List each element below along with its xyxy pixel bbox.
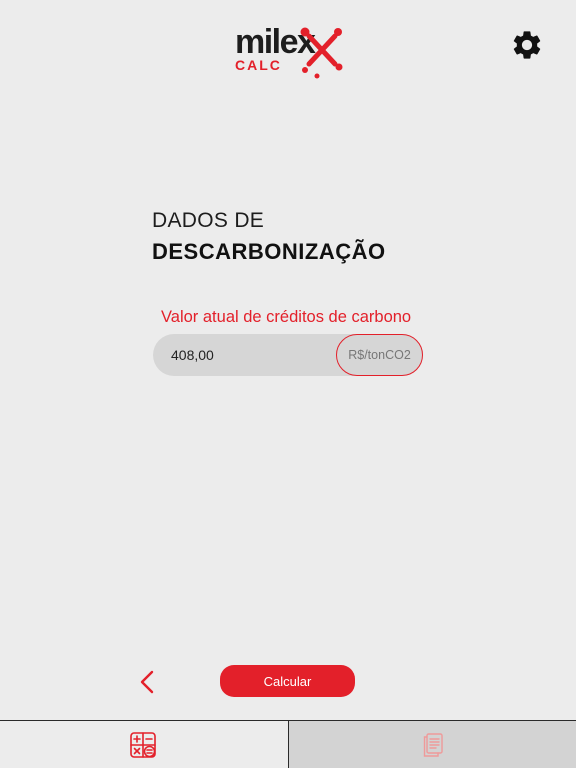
chevron-left-icon[interactable]: [136, 669, 160, 695]
carbon-credit-field: R$/tonCO2: [153, 334, 423, 376]
app-screen: milex CALC DADOS DE DESCARBONIZAÇÃO Valo…: [0, 0, 576, 768]
milex-calc-logo: milex CALC: [233, 22, 345, 80]
page-title-line2: DESCARBONIZAÇÃO: [152, 239, 386, 264]
calculator-icon: [130, 731, 156, 758]
page-title-line1: DADOS DE: [152, 209, 265, 232]
unit-badge: R$/tonCO2: [336, 334, 423, 376]
report-icon: [423, 732, 443, 757]
tab-report[interactable]: [288, 721, 576, 768]
gear-icon[interactable]: [510, 28, 544, 62]
carbon-credit-label: Valor atual de créditos de carbono: [161, 308, 412, 326]
logo-sub: CALC: [235, 57, 282, 73]
bottom-tab-bar: [0, 720, 576, 768]
tab-calculator[interactable]: [0, 721, 288, 768]
logo-molecule-x-icon: [300, 27, 343, 79]
carbon-credit-input[interactable]: [171, 334, 331, 376]
calculate-button[interactable]: Calcular: [220, 665, 355, 697]
